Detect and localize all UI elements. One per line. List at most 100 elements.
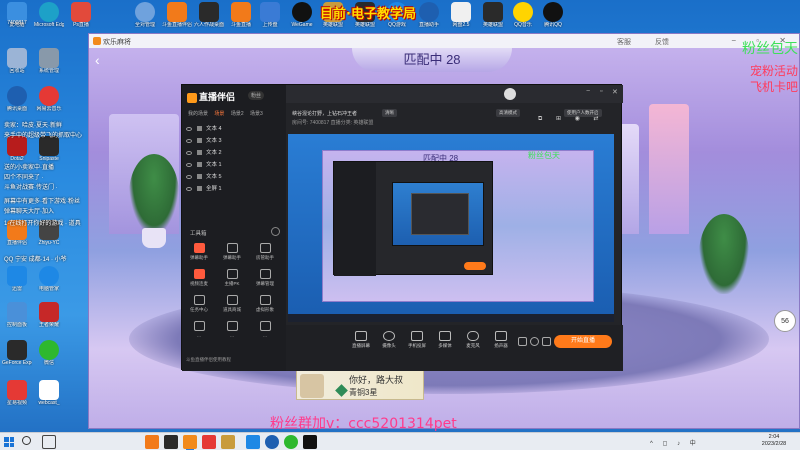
desktop-icon-manager[interactable]: 全对管理 [130,2,160,28]
taskbar-game-app[interactable] [164,435,178,449]
tool-extra[interactable]: ... [184,321,214,338]
info-icon-row[interactable]: ⧉ ⊞ ◉ ⇄ [538,115,605,123]
speaker-button[interactable]: 扬声器 [486,331,516,349]
eye-icon[interactable] [186,186,192,191]
desktop-icon-qq-music[interactable]: QQ音乐 [508,2,538,28]
system-tray[interactable]: ^ ◻ ♪ 中 [650,438,700,447]
source-item[interactable]: 文本 1 [186,159,282,171]
desktop-icon-lol-3[interactable]: 英雄联盟 [478,2,508,28]
taskbar-app[interactable] [221,435,235,449]
minimize-icon[interactable]: − [586,88,590,95]
desktop-icon-system[interactable]: 系统管理 [34,48,64,74]
source-item[interactable]: 文本 5 [186,171,282,183]
desktop-icon-netdisk[interactable]: 网盘2.5 [446,2,476,28]
tool-extra[interactable]: ... [217,321,247,338]
taskbar-douyu-app[interactable] [145,435,159,449]
taskbar-app[interactable] [265,435,279,449]
source-item[interactable]: 文本 2 [186,147,282,159]
scene-tab[interactable]: 场景2 [231,111,244,117]
tool-extra[interactable]: ... [250,321,280,338]
stream-title[interactable]: 峡谷混论打野，上钻石冲王者 [292,110,357,117]
desktop-icon-pc-manager[interactable]: 电脑管家 [34,266,64,292]
mode-select[interactable]: 高清模式 [496,109,520,117]
gear-icon[interactable] [542,337,551,346]
desktop-icon-netease[interactable]: 网易云音乐 [34,86,64,112]
desktop-icon-recycle-bin[interactable]: 回收站 [2,48,32,74]
desktop-icon-wegame[interactable]: WeGame [287,2,317,28]
tool-danmu-manage[interactable]: 弹幕管理 [250,269,280,287]
desktop-icon-xunlei[interactable]: 迅雷 [2,266,32,292]
eye-icon[interactable] [186,126,192,131]
feedback-link[interactable]: 反馈 [655,37,669,47]
customer-service-link[interactable]: 客服 [617,37,631,47]
capture-screen-button[interactable]: 直播屏幕 [346,331,376,349]
quality-select[interactable]: 清晰 [382,109,397,117]
desktop-icon-douyu-assistant[interactable]: 斗鱼直播伴侣 [162,2,192,28]
desktop-icon-dota[interactable]: Dota2 [2,136,32,162]
close-icon[interactable]: ✕ [612,88,618,96]
game-title-bar[interactable]: 欢乐麻将 客服 反馈 − ▫ ✕ [89,34,799,48]
desktop-icon-tencent[interactable]: 腾讯桌面 [2,86,32,112]
douyu-icon [167,2,187,22]
task-view-icon[interactable] [42,435,56,449]
taskbar-app[interactable] [202,435,216,449]
start-live-button[interactable]: 开始直播 [554,335,612,348]
taskbar-mahjong-app[interactable] [183,435,197,450]
desktop-icon-room-id[interactable]: 7400817 [2,20,32,26]
eye-icon[interactable] [186,174,192,179]
desktop-icon-control-panel[interactable]: 控制面板 [2,302,32,328]
desktop-icon-douyu-live[interactable]: 斗鱼直播 [226,2,256,28]
toolbox-more-icon[interactable] [271,227,280,236]
palm-tree-decoration [129,154,179,234]
desktop-icon-wechat[interactable]: 微信 [34,340,64,366]
player-card[interactable]: 你好，路大叔 青铜3星 [296,370,424,400]
taskbar-app[interactable] [246,435,260,449]
desktop-icon-qq[interactable]: 腾讯QQ [538,2,568,28]
desktop-icon-six-person[interactable]: 六人作战桌面 [194,2,224,28]
tool-task-center[interactable]: 任务中心 [184,295,214,313]
tool-avatar[interactable]: 虚拟形象 [250,295,280,313]
tool-danmu[interactable]: 弹幕助手 [184,243,214,261]
media-button[interactable]: 多媒体 [430,331,460,349]
eye-icon[interactable] [186,150,192,155]
desktop-icon-edge[interactable]: Microsoft Edge [34,2,64,28]
desktop-icon-geforce[interactable]: GeForce Experience [2,340,32,366]
app-badge[interactable]: 粉丝 [248,91,265,100]
source-item[interactable]: 文本 4 [186,123,282,135]
desktop-icon-live-helper[interactable]: 直播助手 [414,2,444,28]
player-rank: 青铜3星 [349,388,378,397]
tool-pk[interactable]: 主播PK [217,269,247,287]
tool-room-admin[interactable]: 房管助手 [250,243,280,261]
desktop-icon-ps[interactable]: Ps直播 [66,2,96,28]
tool-danmu-2[interactable]: 弹幕助手 [217,243,247,261]
user-avatar[interactable] [504,88,516,100]
desktop-icon-snipaste[interactable]: Snipaste [34,136,64,162]
scene-tab[interactable]: 我的场景 [188,111,208,117]
search-icon[interactable] [22,436,31,445]
desktop-icon-webcast[interactable]: webcast_ [34,380,64,406]
taskbar-app[interactable] [303,435,317,449]
desktop-icon-upload-disk[interactable]: 上传盘 [255,2,285,28]
record-icon[interactable] [518,337,527,346]
scene-tab-active[interactable]: 场景 [214,111,224,117]
taskbar-clock[interactable]: 2:04 2023/2/28 [752,434,796,448]
maximize-icon[interactable]: ▫ [600,88,602,95]
desktop-icon-honor-of-kings[interactable]: 王者荣耀 [34,302,64,328]
microphone-button[interactable]: 麦克风 [458,331,488,349]
settings-icon[interactable] [530,337,539,346]
phone-cast-button[interactable]: 手机投屏 [402,331,432,349]
taskbar-wechat-app[interactable] [284,435,298,449]
scene-tab[interactable]: 场景3 [250,111,263,117]
source-item[interactable]: 文本 3 [186,135,282,147]
camera-button[interactable]: 摄像头 [374,331,404,349]
windows-start-icon[interactable] [4,437,14,447]
source-item[interactable]: 全屏 1 [186,183,282,195]
tool-shop[interactable]: 道具商城 [217,295,247,313]
desktop-icon-video[interactable]: 星易视频 [2,380,32,406]
tool-video-link[interactable]: 视频连麦 [184,269,214,287]
back-arrow-icon[interactable]: ‹ [95,52,100,68]
speaker-icon [495,331,507,341]
tutorial-link[interactable]: 斗鱼直播伴侣使用教程 [186,357,231,363]
eye-icon[interactable] [186,162,192,167]
eye-icon[interactable] [186,138,192,143]
